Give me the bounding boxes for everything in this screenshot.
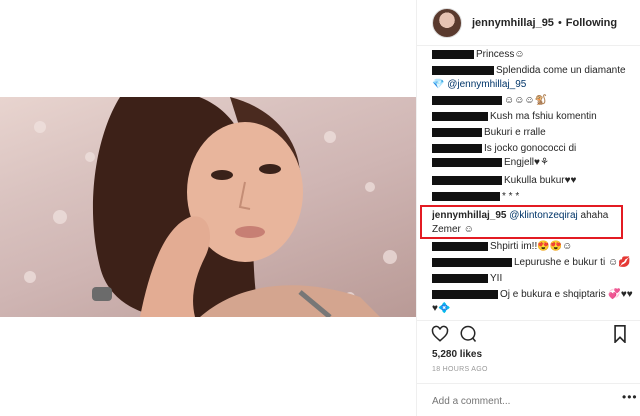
post-header: jennymhillaj_95 • Following: [417, 0, 640, 46]
comment: Kush ma fshiu komentin: [432, 110, 597, 124]
comment: Lepurushe e bukur ti ☺💋: [432, 256, 631, 270]
comment-text: Lepurushe e bukur ti ☺💋: [514, 257, 631, 268]
redacted-username: [432, 273, 488, 283]
header-separator: •: [557, 16, 562, 29]
comment-mention[interactable]: 💎 @jennymhillaj_95: [432, 79, 526, 90]
redacted-username: [432, 111, 488, 121]
post-photo-pane: [0, 0, 416, 416]
comment-text: * * *: [502, 191, 520, 202]
redacted-username: [432, 143, 482, 153]
comment-text: Kukulla bukur♥♥: [504, 175, 577, 186]
comment: ☺☺☺🐒: [432, 94, 547, 108]
avatar[interactable]: [432, 7, 462, 38]
heart-icon[interactable]: [431, 325, 449, 348]
comment: * * *: [432, 190, 519, 204]
likes-count[interactable]: 5,280 likes: [432, 349, 482, 360]
redacted-username: [432, 289, 498, 299]
header-username[interactable]: jennymhillaj_95: [472, 17, 554, 29]
comment-text: Splendida come un diamante: [496, 65, 626, 76]
comment: Is jocko gonococci di: [432, 142, 576, 156]
redacted-username: [432, 65, 494, 75]
comments-list: Princess☺ Splendida come un diamante 💎 @…: [432, 46, 637, 321]
redacted-username: [432, 127, 482, 137]
comment-text: ♥💠: [432, 303, 451, 314]
comment-text: Kush ma fshiu komentin: [490, 111, 597, 122]
bookmark-icon[interactable]: [613, 325, 627, 348]
comment-text: Bukuri e rralle: [484, 127, 546, 138]
redacted-username: [432, 95, 502, 105]
selfie-illustration: [24, 97, 397, 317]
comment-line2: 💎 @jennymhillaj_95: [432, 78, 526, 92]
post-actions: 5,280 likes 18 HOURS AGO •••: [417, 320, 640, 416]
redacted-mention: [432, 157, 502, 167]
comment: Oj e bukura e shqiptaris 💞♥♥: [432, 288, 633, 302]
add-comment-bar: •••: [417, 383, 640, 416]
redacted-username: [432, 175, 502, 185]
comment-line2: Engjell♥⚘: [432, 156, 549, 170]
redacted-username: [432, 49, 474, 59]
post-time[interactable]: 18 HOURS AGO: [432, 366, 488, 373]
comment: YII: [432, 272, 502, 286]
redacted-username: [432, 257, 512, 267]
following-button[interactable]: Following: [566, 17, 617, 29]
highlight-box: [420, 205, 623, 239]
comment-text: Engjell♥⚘: [504, 157, 549, 168]
comment-text: Oj e bukura e shqiptaris 💞♥♥: [500, 289, 633, 300]
comment: Shpirti im!!😍😍☺: [432, 240, 572, 254]
comment-text: Shpirti im!!😍😍☺: [490, 241, 573, 252]
comment-icon[interactable]: [459, 325, 477, 348]
comment-text: Princess☺: [476, 49, 525, 60]
comment-text: YII: [490, 273, 503, 284]
comment-text: ☺☺☺🐒: [504, 95, 548, 106]
comment: Bukuri e rralle: [432, 126, 546, 140]
comment: Splendida come un diamante: [432, 64, 626, 78]
redacted-username: [432, 241, 488, 251]
comment: Kukulla bukur♥♥: [432, 174, 576, 188]
redacted-username: [432, 191, 500, 201]
comment-line2: ♥💠: [432, 302, 450, 316]
comment-input[interactable]: [432, 393, 612, 409]
post-photo[interactable]: [0, 97, 416, 317]
comment-text: Is jocko gonococci di: [484, 143, 577, 154]
comment: Princess☺: [432, 48, 525, 62]
more-options-icon[interactable]: •••: [622, 390, 638, 404]
